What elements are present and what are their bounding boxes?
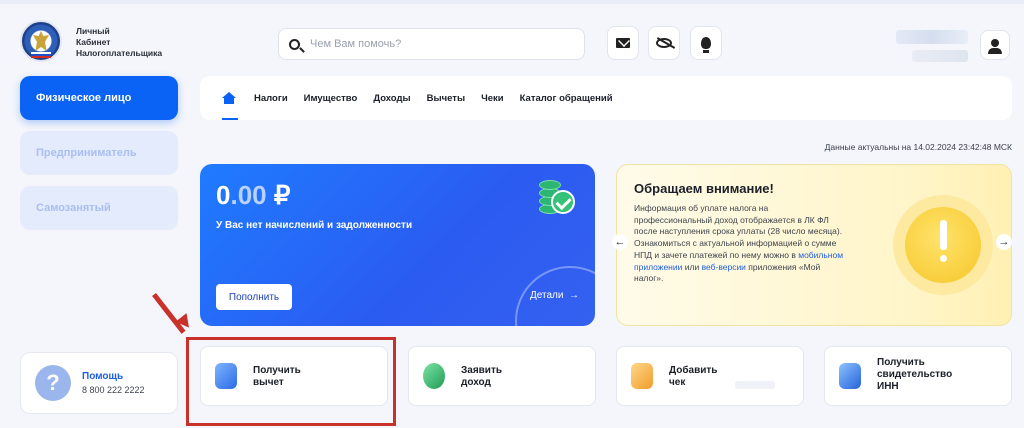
balance-message: У Вас нет начислений и задолженности	[216, 220, 413, 231]
sidebar-item-label: Предприниматель	[36, 147, 137, 159]
highlight-frame	[186, 337, 396, 426]
fns-logo[interactable]	[20, 20, 62, 62]
details-label: Детали	[529, 290, 564, 301]
carousel-next-button[interactable]: →	[996, 234, 1012, 250]
sidebar-item-self-employed[interactable]: Самозанятый	[20, 186, 178, 230]
help-title: Помощь	[82, 371, 124, 382]
arrow-right-icon: →	[566, 290, 579, 301]
tile-label: Заявить доход	[461, 365, 503, 388]
lightbulb-icon	[701, 37, 711, 53]
details-link[interactable]: Детали →	[530, 290, 579, 301]
brand-title[interactable]: Личный Кабинет Налогоплательщика	[76, 26, 162, 59]
mail-icon	[616, 38, 630, 48]
top-nav: Налоги Имущество Доходы Вычеты Чеки Ката…	[200, 76, 1012, 120]
exclamation-mark	[940, 220, 947, 250]
sidebar-item-label: Самозанятый	[36, 202, 111, 214]
search-input[interactable]	[310, 38, 550, 50]
balance-amount: 0.00 ₽	[216, 180, 290, 211]
home-active-indicator	[222, 118, 238, 120]
nav-income[interactable]: Доходы	[373, 93, 410, 104]
nav-taxes[interactable]: Налоги	[254, 93, 288, 104]
notice-title: Обращаем внимание!	[634, 181, 774, 196]
eagle-emblem-icon	[33, 31, 49, 51]
nav-property[interactable]: Имущество	[304, 93, 358, 104]
blurred-user-inn	[912, 50, 968, 62]
sidebar-item-entrepreneur[interactable]: Предприниматель	[20, 131, 178, 175]
receipt-icon	[631, 363, 653, 389]
help-card[interactable]: ? Помощь 8 800 222 2222	[20, 352, 178, 414]
brand-line-3: Налогоплательщика	[76, 48, 163, 58]
ruble-coin-icon	[423, 363, 445, 389]
arrow-right-icon: →	[998, 236, 1010, 248]
hide-values-button[interactable]	[648, 26, 680, 60]
search-box[interactable]	[278, 28, 585, 60]
blurred-user-name	[896, 30, 968, 44]
sidebar-item-label: Физическое лицо	[36, 92, 132, 104]
topup-button[interactable]: Пополнить	[216, 284, 292, 310]
help-phone: 8 800 222 2222	[82, 385, 145, 395]
nav-receipts[interactable]: Чеки	[481, 93, 504, 104]
header: Личный Кабинет Налогоплательщика	[0, 4, 1024, 70]
notice-or: или	[682, 261, 702, 272]
tile-label: Получить свидетельство ИНН	[877, 357, 953, 392]
sidebar-item-individual[interactable]: Физическое лицо	[20, 76, 178, 120]
question-icon: ?	[35, 365, 71, 401]
brand-line-2: Кабинет	[76, 37, 111, 47]
arrow-left-icon: ←	[614, 236, 626, 248]
notice-paragraph-1: Информация об уплате налога на профессио…	[634, 203, 843, 237]
nav-deductions[interactable]: Вычеты	[427, 93, 465, 104]
notice-text: Информация об уплате налога на профессио…	[634, 203, 844, 285]
messages-button[interactable]	[607, 26, 639, 60]
tips-button[interactable]	[690, 26, 722, 60]
brand-line-1: Личный	[76, 26, 110, 36]
web-version-link[interactable]: веб-версии	[702, 262, 746, 272]
balance-card: 0.00 ₽ У Вас нет начислений и задолженно…	[200, 164, 595, 326]
checkmark-icon	[551, 190, 575, 214]
flag-icon	[31, 52, 51, 58]
carousel-prev-button[interactable]: ←	[612, 234, 628, 250]
tile-label: Добавить чек	[669, 365, 718, 388]
search-icon	[289, 38, 300, 50]
eye-off-icon	[656, 38, 672, 48]
declare-income-tile[interactable]: Заявить доход	[408, 346, 596, 406]
data-timestamp: Данные актуальны на 14.02.2024 23:42:48 …	[824, 142, 1012, 152]
notice-card: Обращаем внимание! Информация об уплате …	[616, 164, 1012, 326]
inn-certificate-tile[interactable]: Получить свидетельство ИНН	[824, 346, 1012, 406]
currency-sign: ₽	[273, 180, 291, 210]
home-icon[interactable]	[222, 92, 236, 104]
profile-button[interactable]	[980, 30, 1010, 60]
nav-requests-catalog[interactable]: Каталог обращений	[520, 93, 613, 104]
add-receipt-tile[interactable]: Добавить чек	[616, 346, 804, 406]
amount-integer: 0	[216, 180, 231, 210]
exclamation-dot	[940, 255, 947, 262]
tile-blur	[735, 381, 775, 389]
amount-decimal: .00	[230, 180, 267, 210]
monitor-icon	[839, 363, 861, 389]
